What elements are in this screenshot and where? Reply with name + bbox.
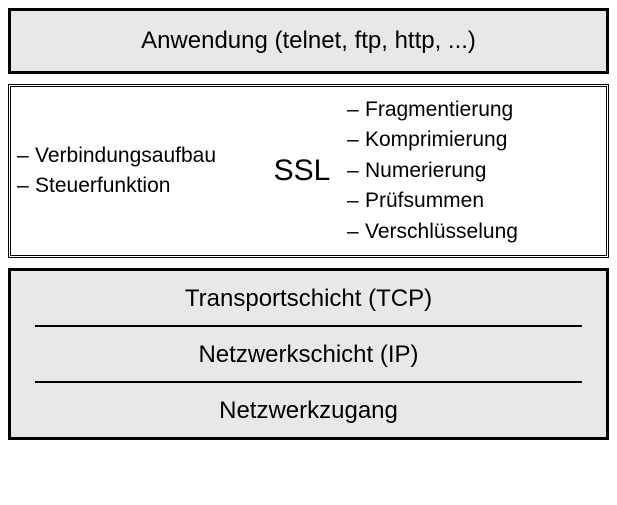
network-layer-label: Netzwerkschicht (IP) xyxy=(198,341,418,368)
ssl-right-column: – Fragmentierung – Komprimierung – Numer… xyxy=(347,95,600,247)
list-item: – Prüfsummen xyxy=(347,186,600,216)
list-item: – Numerierung xyxy=(347,156,600,186)
dash-icon: – xyxy=(347,95,365,125)
ssl-right-item-label: Fragmentierung xyxy=(365,95,513,125)
dash-icon: – xyxy=(347,186,365,216)
list-item: – Fragmentierung xyxy=(347,95,600,125)
ssl-right-item-label: Prüfsummen xyxy=(365,186,484,216)
network-access-label: Netzwerkzugang xyxy=(219,397,398,424)
ssl-layer: – Verbindungsaufbau – Steuerfunktion SSL… xyxy=(8,84,609,258)
lower-layers: Transportschicht (TCP) Netzwerkschicht (… xyxy=(8,268,609,440)
ssl-right-item-label: Verschlüsselung xyxy=(365,217,518,247)
list-item: – Steuerfunktion xyxy=(17,171,257,201)
network-layer: Netzwerkschicht (IP) xyxy=(11,327,606,381)
ssl-center-label: SSL xyxy=(257,154,347,188)
transport-layer-label: Transportschicht (TCP) xyxy=(185,285,432,312)
dash-icon: – xyxy=(347,125,365,155)
ssl-right-item-label: Komprimierung xyxy=(365,125,507,155)
list-item: – Verschlüsselung xyxy=(347,217,600,247)
dash-icon: – xyxy=(347,156,365,186)
network-access-layer: Netzwerkzugang xyxy=(11,383,606,437)
ssl-left-column: – Verbindungsaufbau – Steuerfunktion xyxy=(17,141,257,202)
ssl-left-item-label: Verbindungsaufbau xyxy=(35,141,216,171)
list-item: – Komprimierung xyxy=(347,125,600,155)
application-layer: Anwendung (telnet, ftp, http, ...) xyxy=(8,8,609,74)
ssl-left-item-label: Steuerfunktion xyxy=(35,171,170,201)
dash-icon: – xyxy=(347,217,365,247)
list-item: – Verbindungsaufbau xyxy=(17,141,257,171)
ssl-right-item-label: Numerierung xyxy=(365,156,486,186)
transport-layer: Transportschicht (TCP) xyxy=(11,271,606,325)
application-layer-title: Anwendung (telnet, ftp, http, ...) xyxy=(141,27,476,54)
dash-icon: – xyxy=(17,171,35,201)
dash-icon: – xyxy=(17,141,35,171)
